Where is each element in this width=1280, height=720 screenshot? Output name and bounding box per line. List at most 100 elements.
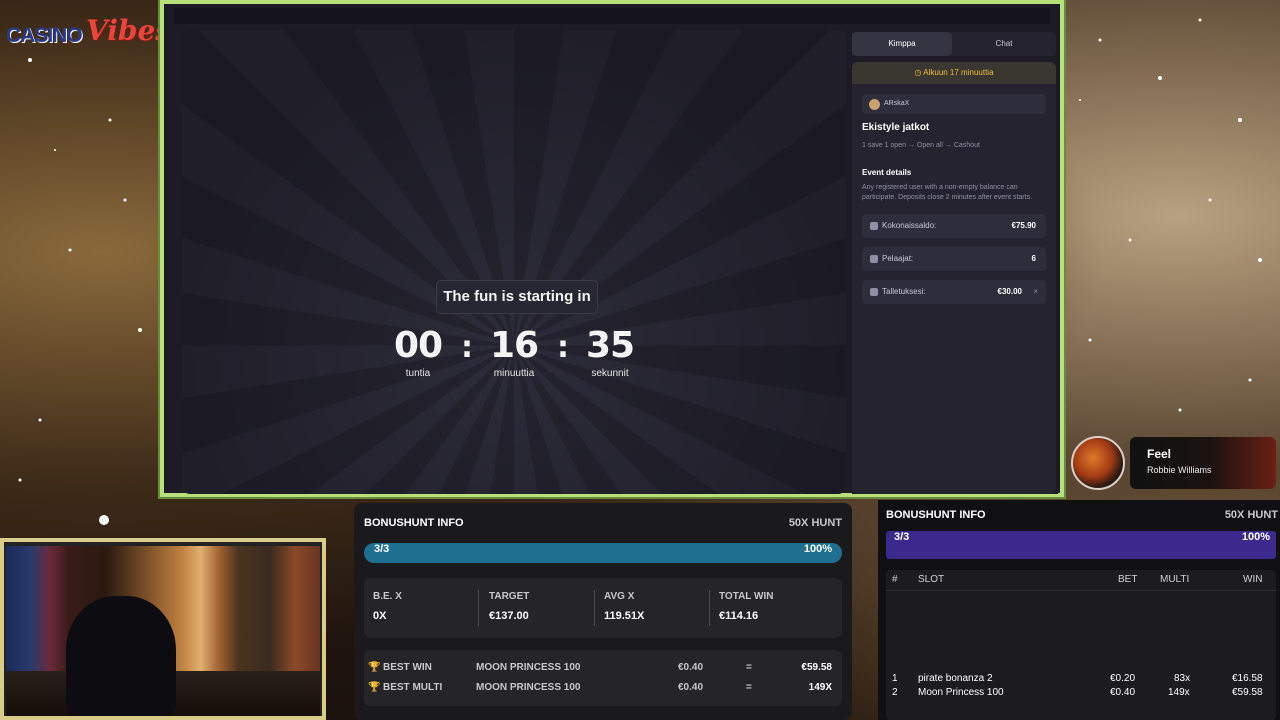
webcam-feed — [0, 538, 326, 720]
col-header-multi: MULTI — [1160, 574, 1190, 585]
trophy-icon: 🏆 — [368, 662, 381, 673]
row-multi: 149x — [1168, 687, 1190, 698]
stat-value: €137.00 — [489, 610, 529, 622]
bonushunt-progress-bar: 3/3 100% — [886, 531, 1276, 559]
deposit-value: €30.00 — [997, 287, 1022, 296]
divider — [478, 590, 479, 626]
row-slot: pirate bonanza 2 — [918, 673, 993, 684]
trophy-icon: 🏆 — [368, 682, 381, 693]
bonushunt-title: BONUSHUNT INFO — [886, 509, 986, 521]
progress-percent: 100% — [1241, 531, 1270, 543]
row-slot: Moon Princess 100 — [918, 687, 1004, 698]
row-win: €16.58 — [1232, 673, 1263, 684]
stat-label: TOTAL WIN — [719, 591, 774, 602]
best-result: 149X — [808, 682, 832, 693]
event-subtitle: 1 save 1 open → Open all → Cashout — [862, 142, 980, 149]
event-card: ◷ Alkuun 17 minuuttia ARskaX Ekistyle ja… — [852, 62, 1056, 494]
stat-be-x: B.E. X 0X — [364, 578, 479, 638]
stat-value: €114.16 — [719, 610, 759, 622]
players-row: Pelaajat: 6 — [862, 247, 1046, 271]
countdown-separator: : — [461, 330, 473, 365]
stat-target: TARGET €137.00 — [480, 578, 595, 638]
row-multi: 83x — [1174, 673, 1191, 684]
best-result: €59.58 — [801, 662, 832, 673]
hours-label: tuntia — [405, 368, 431, 379]
table-row: 1 pirate bonanza 2 €0.20 83x €16.58 — [886, 673, 1276, 687]
countdown-hours: 00 tuntia — [378, 324, 458, 379]
header-divider — [886, 590, 1276, 591]
row-num: 2 — [892, 687, 898, 698]
best-label: BEST WIN — [383, 662, 432, 673]
players-label: Pelaajat: — [882, 254, 914, 263]
best-label: BEST MULTI — [383, 682, 443, 693]
bonushunt-mode: 50X HUNT — [788, 517, 842, 529]
host-chip[interactable]: ARskaX — [862, 94, 1046, 114]
stat-avg-x: AVG X 119.51X — [595, 578, 710, 638]
bonushunt-mode: 50X HUNT — [1224, 509, 1278, 521]
minutes-value: 16 — [489, 325, 539, 366]
logo-part-casino: CASINO — [6, 24, 83, 47]
countdown-minutes: 16 minuuttia — [474, 324, 554, 379]
row-bet: €0.40 — [1110, 687, 1136, 698]
seconds-label: sekunnit — [591, 368, 629, 379]
close-icon[interactable]: × — [1033, 280, 1038, 304]
stat-label: B.E. X — [373, 591, 402, 602]
countdown-stage: The fun is starting in 00 tuntia : 16 mi… — [182, 30, 846, 494]
progress-percent: 100% — [803, 543, 832, 555]
col-header-num: # — [892, 574, 898, 585]
stage-vignette — [182, 30, 846, 494]
host-name: ARskaX — [884, 100, 910, 107]
song-artist: Robbie Williams — [1147, 465, 1212, 475]
streamer-silhouette — [66, 596, 176, 716]
details-title: Event details — [862, 168, 912, 177]
best-bet: €0.40 — [678, 682, 704, 693]
tab-chat[interactable]: Chat — [954, 32, 1054, 56]
best-results: 🏆 BEST WIN MOON PRINCESS 100 €0.40 = €59… — [364, 650, 842, 706]
casino-vibes-logo: CASINO Vibes — [6, 14, 171, 47]
event-side-panel: Kimppa Chat ◷ Alkuun 17 minuuttia ARskaX… — [852, 30, 1058, 494]
tab-kimppa[interactable]: Kimppa — [852, 32, 952, 56]
col-header-win: WIN — [1243, 574, 1263, 585]
bonushunt-stats: B.E. X 0X TARGET €137.00 AVG X 119.51X T… — [364, 578, 842, 638]
now-playing-widget: Feel Robbie Williams — [1130, 437, 1276, 489]
stat-label: TARGET — [489, 591, 530, 602]
minutes-label: minuuttia — [493, 368, 535, 379]
side-tabs: Kimppa Chat — [852, 32, 1056, 56]
equals-sign: = — [746, 682, 752, 693]
best-win-row: 🏆 BEST WIN MOON PRINCESS 100 €0.40 = €59… — [364, 658, 842, 678]
clock-icon: ◷ — [914, 68, 924, 77]
countdown-separator: : — [557, 330, 569, 365]
row-win: €59.58 — [1232, 687, 1263, 698]
total-balance-row: Kokonaissaldo: €75.90 — [862, 214, 1046, 238]
row-bet: €0.20 — [1110, 673, 1136, 684]
row-num: 1 — [892, 673, 898, 684]
logo-part-vibes: Vibes — [86, 14, 172, 47]
start-banner: ◷ Alkuun 17 minuuttia — [852, 62, 1056, 84]
bonushunt-title: BONUSHUNT INFO — [364, 517, 464, 529]
game-top-bar — [174, 8, 1050, 24]
game-window: The fun is starting in 00 tuntia : 16 mi… — [160, 0, 1064, 497]
progress-count: 3/3 — [894, 531, 910, 543]
bonushunt-info-table: BONUSHUNT INFO 50X HUNT 3/3 100% # SLOT … — [878, 500, 1280, 720]
users-icon — [870, 255, 878, 263]
stat-value: 0X — [373, 610, 387, 622]
album-art — [1071, 436, 1125, 490]
best-slot: MOON PRINCESS 100 — [476, 682, 581, 693]
deposit-row: Talletuksesi: €30.00 × — [862, 280, 1046, 304]
deposit-icon — [870, 288, 878, 296]
total-balance-label: Kokonaissaldo: — [882, 221, 937, 230]
webcam-image — [6, 546, 320, 716]
avatar — [869, 99, 880, 110]
players-value: 6 — [1031, 254, 1036, 263]
song-title: Feel — [1147, 447, 1172, 461]
bonushunt-progress-bar: 3/3 100% — [364, 543, 842, 563]
stat-label: AVG X — [604, 591, 635, 602]
best-slot: MOON PRINCESS 100 — [476, 662, 581, 673]
stat-value: 119.51X — [604, 610, 645, 622]
bonushunt-info-main: BONUSHUNT INFO 50X HUNT 3/3 100% B.E. X … — [354, 503, 852, 720]
total-balance-value: €75.90 — [1011, 221, 1036, 230]
best-bet: €0.40 — [678, 662, 704, 673]
slot-table: # SLOT BET MULTI WIN 1 pirate bonanza 2 … — [886, 570, 1276, 720]
best-multi-row: 🏆 BEST MULTI MOON PRINCESS 100 €0.40 = 1… — [364, 678, 842, 698]
start-banner-text: Alkuun 17 minuuttia — [923, 68, 994, 77]
